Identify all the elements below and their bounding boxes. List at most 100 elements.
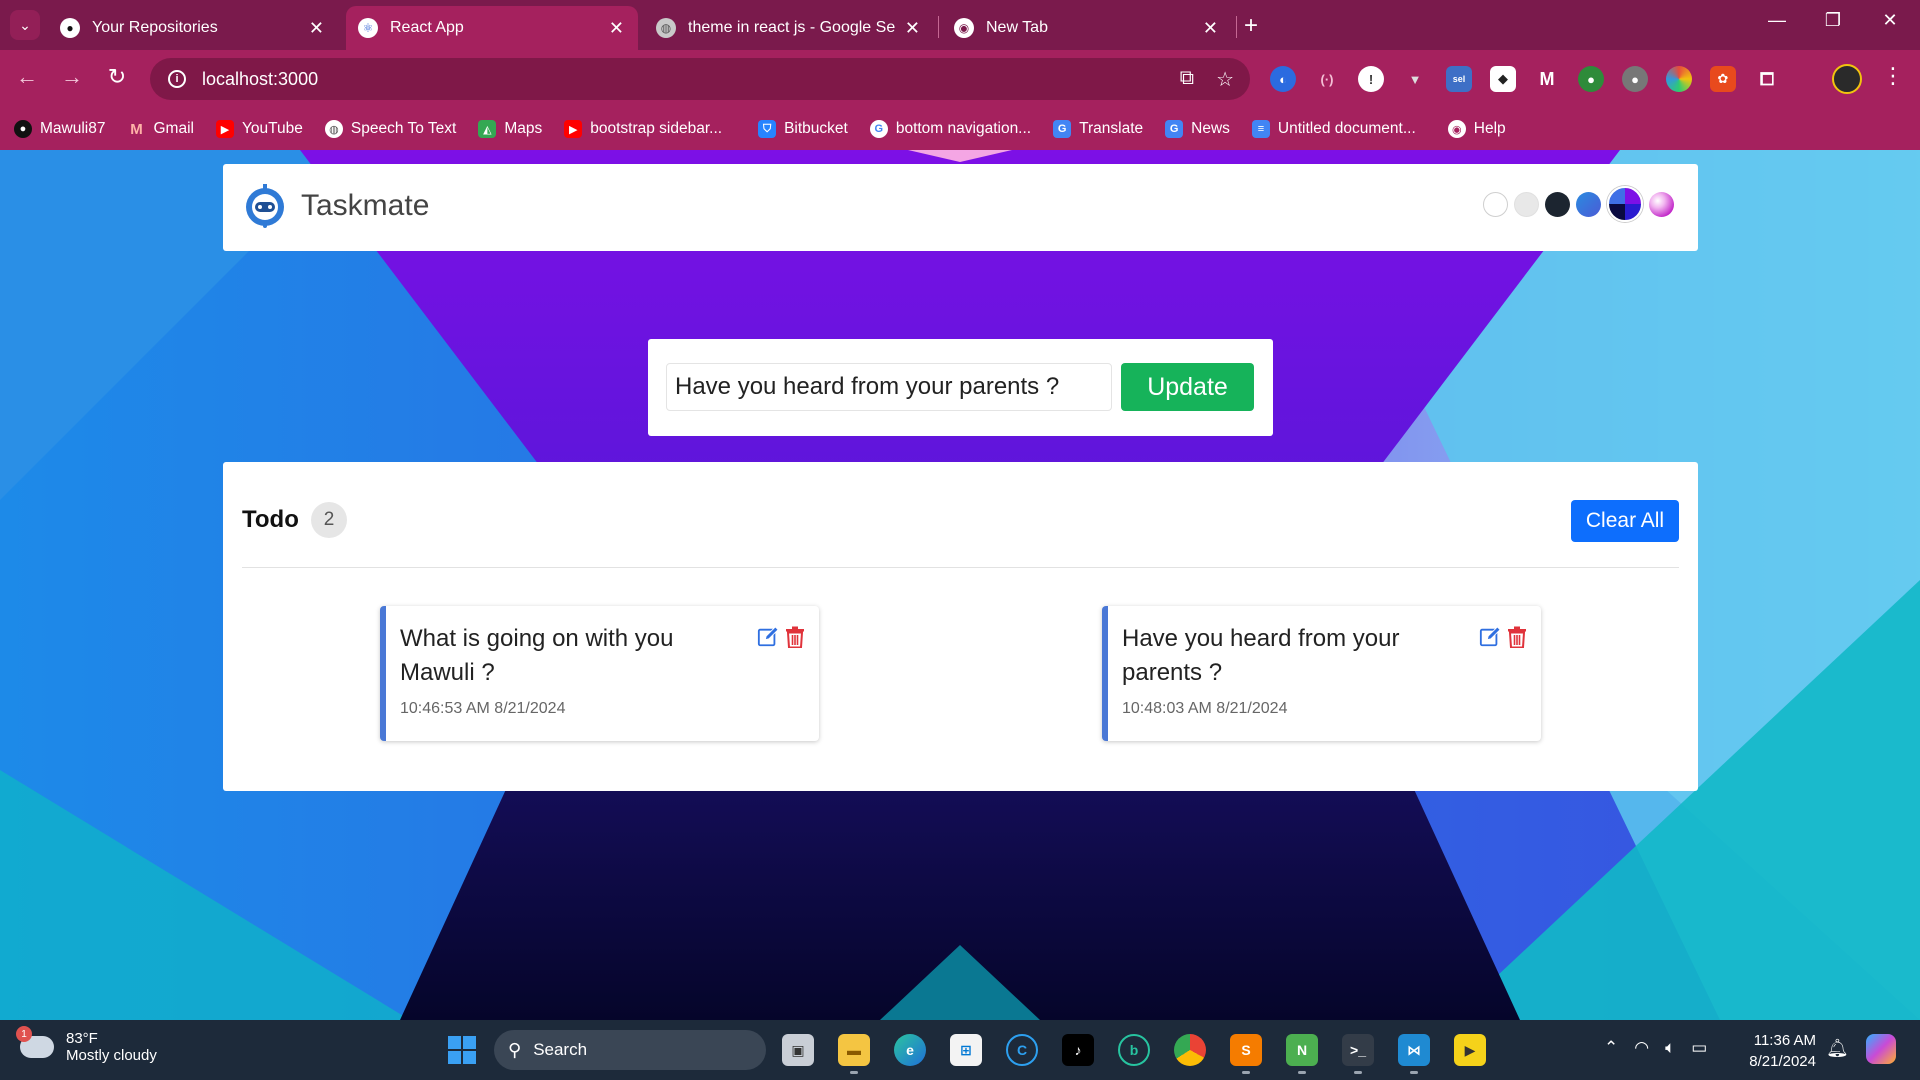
bookmark-bootstrap-sidebar[interactable]: ▶ bootstrap sidebar... xyxy=(564,120,722,138)
profile-avatar[interactable] xyxy=(1832,64,1862,94)
app-c-icon[interactable]: C xyxy=(1006,1034,1038,1066)
file-explorer-icon[interactable]: ▬ xyxy=(838,1034,870,1074)
bookmark-translate[interactable]: G Translate xyxy=(1053,120,1143,138)
youtube-icon: ▶ xyxy=(215,120,234,138)
extension-icon[interactable]: sel xyxy=(1446,66,1472,92)
bookmark-star-icon[interactable]: ☆ xyxy=(1216,67,1234,92)
store-icon[interactable]: ⊞ xyxy=(950,1034,982,1066)
docs-icon: ≡ xyxy=(1251,120,1270,138)
menu-kebab-icon[interactable]: ⋮ xyxy=(1882,63,1904,89)
chrome-icon: ◉ xyxy=(954,18,974,38)
tab-search-button[interactable]: ⌄ xyxy=(10,10,40,40)
tab-title: New Tab xyxy=(986,19,1048,36)
edge-icon[interactable]: e xyxy=(894,1034,926,1066)
close-icon[interactable]: ✕ xyxy=(609,18,624,39)
theme-medium-swatch[interactable] xyxy=(1514,191,1539,217)
wifi-icon[interactable]: ◠ xyxy=(1634,1038,1649,1058)
robot-logo-icon xyxy=(246,184,284,228)
extension-icon[interactable]: ! xyxy=(1358,66,1384,92)
trash-icon[interactable] xyxy=(1507,626,1527,648)
task-input[interactable] xyxy=(666,363,1112,411)
forward-icon[interactable]: → xyxy=(57,64,87,90)
back-icon[interactable]: ← xyxy=(12,64,42,90)
system-tray: ⌃ ◠ 🔈︎ ▭ xyxy=(1604,1038,1707,1058)
tab-google-search[interactable]: ◍ theme in react js - Google Search ✕ xyxy=(644,6,934,50)
todo-count-badge: 2 xyxy=(311,502,347,538)
theme-gradient-one-swatch[interactable] xyxy=(1607,186,1643,222)
vue-devtools-icon[interactable]: ▼ xyxy=(1402,66,1428,92)
theme-switcher xyxy=(1483,186,1674,222)
extension-icon[interactable]: ◆ xyxy=(1490,66,1516,92)
bookmark-news[interactable]: G News xyxy=(1165,120,1230,138)
divider xyxy=(242,567,1679,568)
reload-icon[interactable]: ↻ xyxy=(102,64,132,90)
theme-dark-swatch[interactable] xyxy=(1545,191,1570,217)
edit-icon[interactable] xyxy=(757,626,779,648)
bookmark-label: Help xyxy=(1473,120,1506,137)
address-bar[interactable]: i localhost:3000 ⧉ ☆ xyxy=(150,58,1250,100)
bookmark-mawuli87[interactable]: ● Mawuli87 xyxy=(14,120,105,138)
close-icon[interactable]: ✕ xyxy=(905,18,920,39)
bookmark-gmail[interactable]: M Gmail xyxy=(127,120,194,138)
close-icon[interactable]: ✕ xyxy=(309,18,324,39)
notification-bell-icon[interactable]: 🔔︎ xyxy=(1826,1038,1849,1059)
system-clock[interactable]: 11:36 AM 8/21/2024 xyxy=(1746,1030,1816,1072)
trash-icon[interactable] xyxy=(785,626,805,648)
edit-icon[interactable] xyxy=(1479,626,1501,648)
tab-new-tab[interactable]: ◉ New Tab ✕ xyxy=(942,6,1232,50)
taskbar-search[interactable]: ⚲ Search xyxy=(494,1030,766,1070)
minimize-icon[interactable]: — xyxy=(1762,10,1792,31)
bookmark-maps[interactable]: ◭ Maps xyxy=(478,120,542,138)
site-info-icon[interactable]: i xyxy=(168,70,186,88)
search-label: Search xyxy=(533,1040,588,1059)
window-close-icon[interactable]: ✕ xyxy=(1875,10,1905,31)
bookmark-help[interactable]: ◉ Help xyxy=(1447,120,1506,138)
chrome-icon[interactable] xyxy=(1174,1034,1206,1066)
bookmark-untitled-document[interactable]: ≡ Untitled document... xyxy=(1251,120,1416,138)
sublime-text-icon[interactable]: S xyxy=(1230,1034,1262,1074)
tab-your-repositories[interactable]: ● Your Repositories ✕ xyxy=(48,6,338,50)
extension-icon[interactable]: (·) xyxy=(1314,66,1340,92)
theme-gradient-two-swatch[interactable] xyxy=(1649,191,1674,217)
notepad-plus-plus-icon[interactable]: N xyxy=(1286,1034,1318,1074)
news-icon: G xyxy=(1165,120,1184,138)
tiktok-icon[interactable]: ♪ xyxy=(1062,1034,1094,1066)
volume-icon[interactable]: 🔈︎ xyxy=(1665,1038,1675,1058)
app-header: Taskmate xyxy=(223,164,1698,251)
weather-widget[interactable]: 1 83°F Mostly cloudy xyxy=(16,1026,157,1064)
bookmark-label: Maps xyxy=(504,120,543,137)
update-button[interactable]: Update xyxy=(1121,363,1254,411)
cloud-icon: 1 xyxy=(16,1026,54,1058)
tab-separator xyxy=(938,16,939,38)
media-player-icon[interactable]: ▶ xyxy=(1454,1034,1486,1066)
theme-blue-swatch[interactable] xyxy=(1576,191,1601,217)
copilot-icon[interactable] xyxy=(1866,1034,1896,1064)
chevron-up-icon[interactable]: ⌃ xyxy=(1604,1038,1618,1058)
extension-icon[interactable]: ● xyxy=(1578,66,1604,92)
bookmark-bottom-navigation[interactable]: Gbottom navigation... xyxy=(869,120,1031,138)
extension-icon[interactable]: ◐ xyxy=(1270,66,1296,92)
bookmark-bitbucket[interactable]: ⛉ Bitbucket xyxy=(758,120,848,138)
bookmark-label: YouTube xyxy=(241,120,303,137)
extension-icon[interactable]: ● xyxy=(1622,66,1648,92)
bookmark-youtube[interactable]: ▶ YouTube xyxy=(215,120,303,138)
windows-start-icon[interactable] xyxy=(448,1036,476,1064)
task-card: What is going on with you Mawuli ? 10:46… xyxy=(380,606,819,741)
extensions-puzzle-icon[interactable]: ⧠ xyxy=(1754,66,1780,92)
task-view-icon[interactable]: ▣ xyxy=(782,1034,814,1066)
app-b-icon[interactable]: b xyxy=(1118,1034,1150,1066)
terminal-icon[interactable]: >_ xyxy=(1342,1034,1374,1074)
clear-all-button[interactable]: Clear All xyxy=(1571,500,1679,542)
close-icon[interactable]: ✕ xyxy=(1203,18,1218,39)
vscode-icon[interactable]: ⋈ xyxy=(1398,1034,1430,1074)
extension-icon[interactable]: ✿ xyxy=(1710,66,1736,92)
restore-icon[interactable]: ❐ xyxy=(1818,10,1848,31)
theme-light-swatch[interactable] xyxy=(1483,191,1508,217)
tab-react-app[interactable]: ⚛ React App ✕ xyxy=(346,6,638,50)
install-app-icon[interactable]: ⧉ xyxy=(1180,67,1194,92)
extension-icon[interactable]: M xyxy=(1534,66,1560,92)
new-tab-button[interactable]: + xyxy=(1244,12,1258,40)
bookmark-speech-to-text[interactable]: ◍ Speech To Text xyxy=(324,120,456,138)
color-picker-icon[interactable] xyxy=(1666,66,1692,92)
battery-icon[interactable]: ▭ xyxy=(1691,1038,1707,1058)
